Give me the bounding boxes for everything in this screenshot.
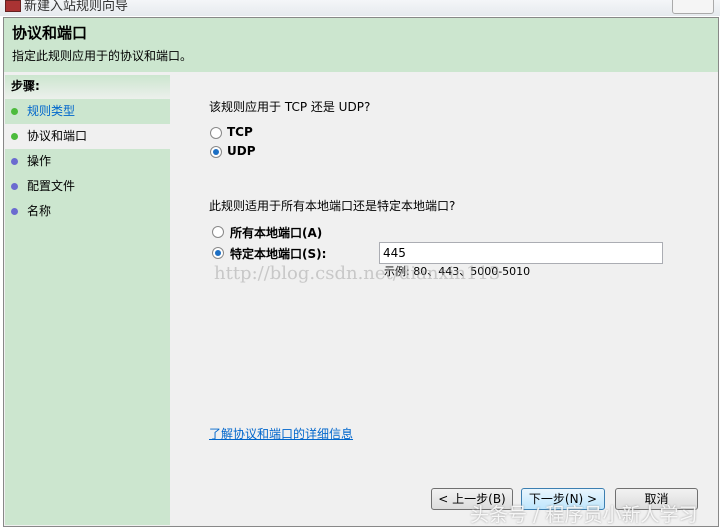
specific-ports-radio[interactable] [212,247,224,259]
step-current-icon [11,133,18,140]
wizard-header: 协议和端口 指定此规则应用于的协议和端口。 [4,18,718,72]
step-pending-icon [11,158,18,165]
page-title: 协议和端口 [12,24,88,42]
specific-ports-label[interactable]: 特定本地端口(S): [230,245,326,262]
page-subtitle: 指定此规则应用于的协议和端口。 [12,49,193,63]
firewall-icon [5,0,21,12]
steps-heading: 步骤: [5,75,170,99]
step-pending-icon [11,183,18,190]
step-pending-icon [11,208,18,215]
specific-ports-input[interactable]: 445 [379,242,663,264]
step-done-icon [11,108,18,115]
tcp-radio[interactable] [210,127,222,139]
main-panel: 该规则应用于 TCP 还是 UDP? TCP UDP 此规则适用于所有本地端口还… [174,75,717,525]
close-button[interactable] [672,0,714,14]
url-watermark: http://blog.csdn.net/dianxin113 [214,263,501,284]
ports-question: 此规则适用于所有本地端口还是特定本地端口? [209,199,456,213]
all-ports-radio[interactable] [212,226,224,238]
step-rule-type[interactable]: 规则类型 [5,99,170,124]
steps-panel: 步骤: 规则类型 协议和端口 操作 配置文件 名称 [5,75,170,525]
step-label: 配置文件 [27,179,76,193]
title-bar: 新建入站规则向导 [0,0,720,16]
udp-radio[interactable] [210,146,222,158]
step-label: 规则类型 [27,104,76,118]
step-label: 操作 [27,154,52,168]
step-protocol-ports: 协议和端口 [5,124,170,149]
all-ports-label[interactable]: 所有本地端口(A) [230,224,322,241]
protocol-question: 该规则应用于 TCP 还是 UDP? [209,100,371,114]
tcp-label[interactable]: TCP [227,125,253,139]
credit-watermark: 头条号 / 程序员小新人学习 [470,504,698,526]
step-label: 名称 [27,204,52,218]
step-action: 操作 [5,149,170,174]
window-title: 新建入站规则向导 [24,0,129,14]
learn-more-link[interactable]: 了解协议和端口的详细信息 [209,425,353,442]
step-name: 名称 [5,199,170,224]
step-label: 协议和端口 [27,129,88,143]
step-profile: 配置文件 [5,174,170,199]
udp-label[interactable]: UDP [227,144,256,158]
